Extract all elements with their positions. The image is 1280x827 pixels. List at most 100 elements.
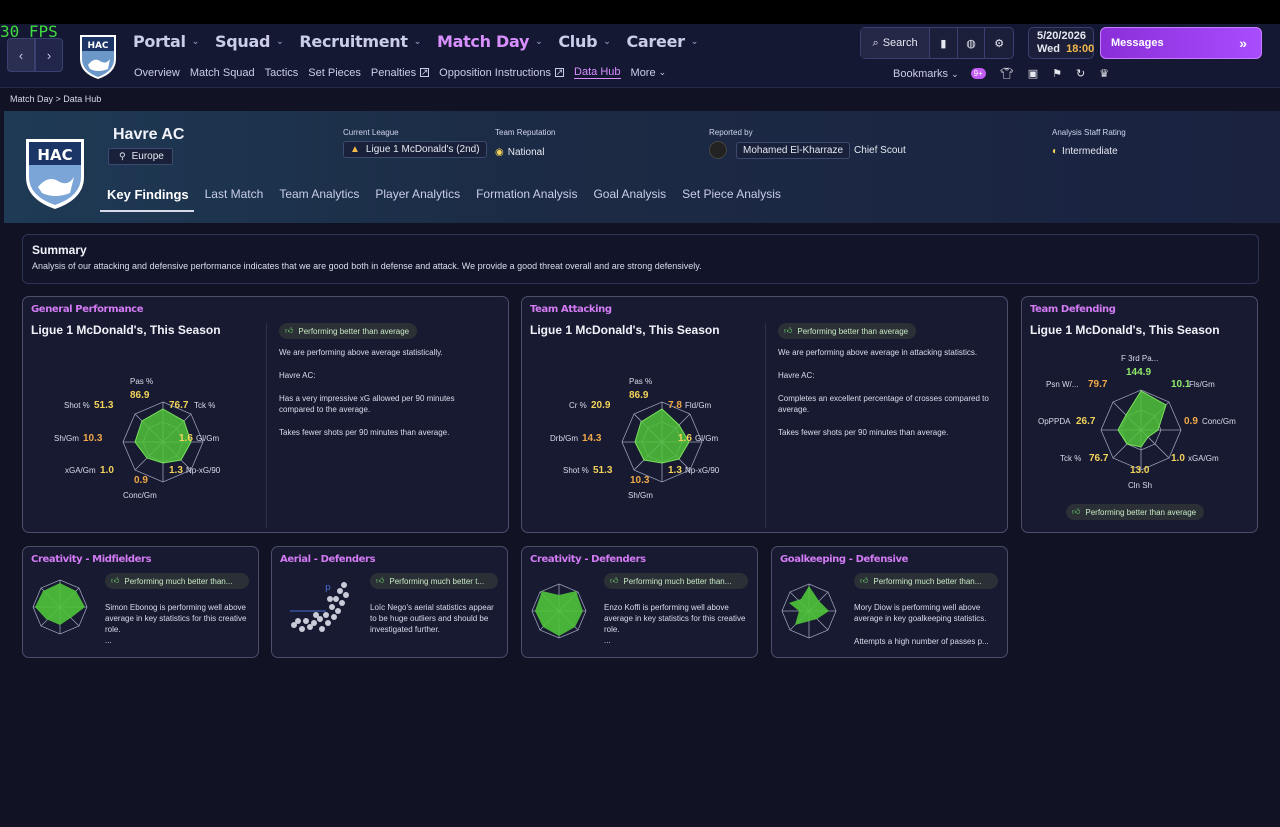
radar-value: 0.9 [1184, 416, 1198, 427]
subnav-opposition-instructions[interactable]: Opposition Instructions ↗ [439, 66, 565, 79]
radar-label: Pas % [629, 377, 653, 386]
performance-pill: 👍︎ Performing better than average [1066, 504, 1205, 520]
card-title: Team Attacking [530, 304, 612, 315]
chevron-down-icon: ⌄ [603, 36, 611, 47]
creativity-defenders-card[interactable]: Creativity - Defenders 👍︎ Performing much… [521, 546, 758, 658]
subnav-set-pieces[interactable]: Set Pieces [308, 66, 361, 79]
nav-match-day[interactable]: Match Day ⌄ [437, 32, 543, 51]
avatar [709, 141, 727, 159]
defending-radar-shape [1117, 390, 1167, 448]
training-icon[interactable]: ⚑ [1052, 67, 1062, 80]
current-league-value[interactable]: ▲ Ligue 1 McDonald's (2nd) [343, 141, 487, 158]
settings-button[interactable]: ⚙ [985, 28, 1013, 58]
refresh-icon[interactable]: ↻ [1076, 67, 1085, 80]
nav-career[interactable]: Career ⌄ [626, 32, 698, 51]
card-title: Aerial - Defenders [280, 554, 376, 565]
bookmark-icon: ▮ [940, 37, 947, 50]
thumbs-up-icon: 👍︎ [285, 326, 294, 335]
club-badge-icon[interactable]: HAC [76, 31, 120, 81]
location-pill[interactable]: ⚲ Europe [108, 148, 173, 165]
gear-icon: ⚙ [994, 37, 1005, 50]
search-button[interactable]: ⌕ Search [861, 28, 931, 58]
league-logo-icon: ▲ [350, 144, 360, 155]
nav-club[interactable]: Club ⌄ [558, 32, 610, 51]
tab-last-match[interactable]: Last Match [198, 185, 269, 212]
subnav-match-squad[interactable]: Match Squad [190, 66, 255, 79]
radar-label: Tck % [194, 401, 216, 410]
club-crest-icon: HAC [26, 139, 84, 209]
creativity-midfielders-card[interactable]: Creativity - Midfielders 👍︎ Performing mu… [22, 546, 259, 658]
bookmarks-dropdown[interactable]: Bookmarks ⌄ [893, 68, 959, 80]
chevron-down-icon: ⌄ [535, 36, 543, 47]
subnav-overview[interactable]: Overview [134, 66, 180, 79]
reporter-role: Chief Scout [854, 144, 906, 156]
subnav-tactics[interactable]: Tactics [265, 66, 299, 79]
radar-label: Fls/Gm [1189, 380, 1215, 389]
card-subtitle: Ligue 1 McDonald's, This Season [530, 323, 720, 337]
summary-panel: Summary Analysis of our attacking and de… [22, 234, 1259, 284]
radar-value: 76.7 [169, 400, 189, 411]
toolbar-group: ⌕ Search ▮ ◍ ⚙ [860, 27, 1014, 59]
radar-value: 1.6 [678, 433, 692, 444]
tab-goal-analysis[interactable]: Goal Analysis [586, 185, 671, 212]
card-description: We are performing above average statisti… [279, 348, 455, 437]
double-chevron-right-icon: » [1239, 35, 1247, 51]
bookmark-button[interactable]: ▮ [930, 28, 958, 58]
svg-text:HAC: HAC [37, 146, 72, 164]
team-defending-card[interactable]: Team Defending Ligue 1 McDonald's, This … [1021, 296, 1258, 533]
tab-team-analytics[interactable]: Team Analytics [272, 185, 364, 212]
date-continue[interactable]: 5/20/2026 Wed 18:00 [1028, 27, 1094, 59]
radar-label: Psn W/... [1046, 380, 1079, 389]
sub-nav: Overview Match Squad Tactics Set Pieces … [134, 66, 676, 79]
radar-value: 76.7 [1089, 453, 1109, 464]
team-attacking-card[interactable]: Team Attacking Ligue 1 McDonald's, This … [521, 296, 1008, 533]
general-performance-card[interactable]: General Performance Ligue 1 McDonald's, … [22, 296, 509, 533]
tab-player-analytics[interactable]: Player Analytics [368, 185, 465, 212]
tab-set-piece-analysis[interactable]: Set Piece Analysis [675, 185, 786, 212]
radar-label: Fld/Gm [685, 401, 712, 410]
radar-value: 1.3 [668, 465, 682, 476]
divider [765, 323, 766, 528]
subnav-penalties[interactable]: Penalties ↗ [371, 66, 430, 79]
forward-button[interactable]: › [35, 38, 63, 72]
time-text: 18:00 [1066, 43, 1095, 55]
performance-pill: 👍︎ Performing much better than... [854, 573, 998, 589]
window-top-strip [0, 0, 1280, 24]
reporter-name[interactable]: Mohamed El-Kharraze [736, 141, 851, 159]
nav-squad[interactable]: Squad ⌄ [215, 32, 284, 51]
radar-value: 10.3 [630, 475, 650, 486]
performance-pill: 👍︎ Performing much better than... [105, 573, 249, 589]
subnav-more[interactable]: More ⌄ [631, 66, 667, 79]
radar-label: Shot % [64, 401, 90, 410]
world-button[interactable]: ◍ [958, 28, 986, 58]
day-text: Wed [1037, 43, 1061, 55]
aerial-defenders-card[interactable]: Aerial - Defenders p 👍︎ Performing much b… [271, 546, 508, 658]
subnav-data-hub[interactable]: Data Hub [574, 66, 621, 79]
radar-value: 0.9 [134, 475, 148, 486]
staff-rating-value: ◐ Intermediate [1052, 146, 1118, 157]
card-title: Team Defending [1030, 304, 1116, 315]
date-text: 5/20/2026 [1037, 30, 1086, 42]
messages-button[interactable]: Messages » [1100, 27, 1262, 59]
radar-value: 1.3 [169, 465, 183, 476]
card-description: Loïc Nego's aerial statistics appear to … [370, 603, 494, 634]
notifications-badge[interactable]: 9+ [970, 68, 986, 79]
staff-rating-label: Analysis Staff Rating [1052, 128, 1126, 137]
back-button[interactable]: ‹ [7, 38, 35, 72]
shirt-icon[interactable]: 👕︎ [1000, 67, 1014, 80]
trophy-icon[interactable]: ♛ [1099, 67, 1109, 80]
radar-label: xGA/Gm [65, 466, 96, 475]
nav-recruitment[interactable]: Recruitment ⌄ [299, 32, 421, 51]
reputation-value: ◉ National [495, 147, 545, 158]
tab-key-findings[interactable]: Key Findings [100, 185, 194, 212]
tab-formation-analysis[interactable]: Formation Analysis [469, 185, 582, 212]
nav-portal[interactable]: Portal ⌄ [133, 32, 199, 51]
thumbs-up-icon: 👍︎ [111, 576, 120, 585]
radar-label: xGA/Gm [1188, 454, 1219, 463]
external-link-icon: ↗ [555, 67, 565, 77]
breadcrumb[interactable]: Match Day > Data Hub [10, 94, 101, 104]
tactics-board-icon[interactable]: ▣ [1028, 67, 1038, 80]
card-description: Simon Ebonog is performing well above av… [105, 603, 247, 645]
radar-value: 13.0 [1130, 465, 1150, 476]
goalkeeping-defensive-card[interactable]: Goalkeeping - Defensive 👍︎ Performing muc… [771, 546, 1008, 658]
